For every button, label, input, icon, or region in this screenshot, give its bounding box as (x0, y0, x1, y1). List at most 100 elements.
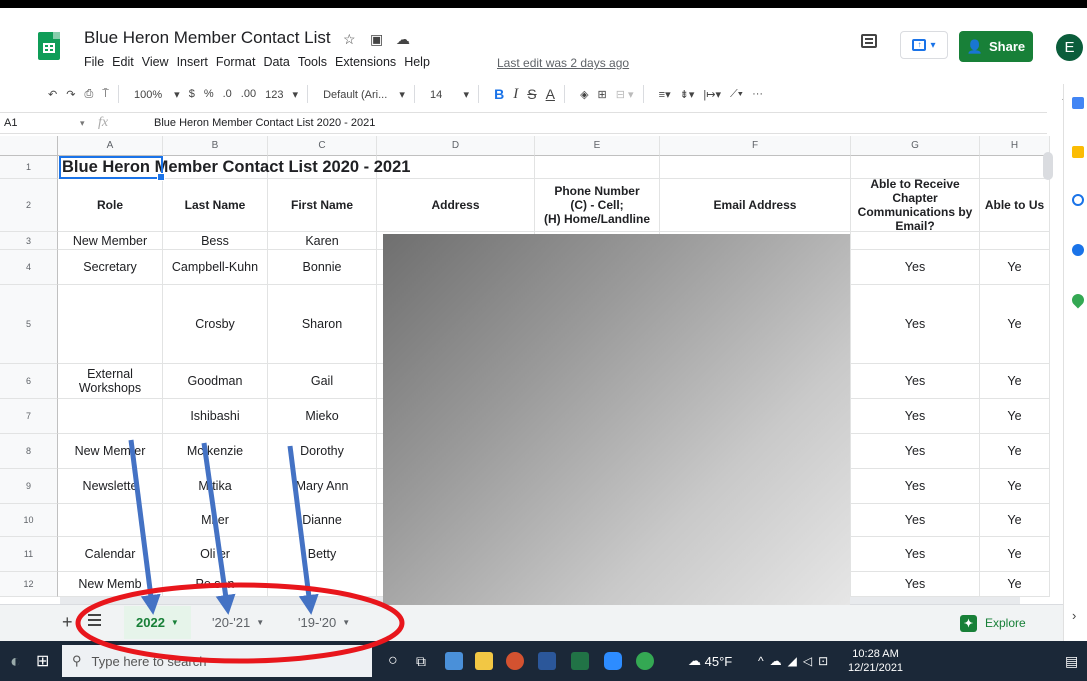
font-size-select[interactable]: 14 ▾ (430, 88, 469, 101)
back-icon[interactable]: ◐ (10, 641, 21, 681)
column-header-f[interactable]: F (660, 136, 851, 156)
expand-panel-icon[interactable]: › (1072, 608, 1076, 623)
menu-tools[interactable]: Tools (298, 55, 327, 69)
text-color-button[interactable]: A (546, 86, 555, 102)
table-cell[interactable]: Newslette (58, 469, 163, 504)
grid-cell[interactable] (851, 156, 980, 179)
table-cell[interactable]: Secretary (58, 250, 163, 285)
table-cell[interactable]: Ye (980, 399, 1050, 434)
row-header[interactable]: 12 (0, 572, 58, 597)
table-cell[interactable] (58, 504, 163, 537)
table-cell[interactable]: Ye (980, 504, 1050, 537)
increase-decimal-button[interactable]: .00 (241, 88, 256, 100)
task-view-icon[interactable]: ⧉ (416, 641, 426, 681)
decrease-decimal-button[interactable]: .0 (223, 88, 232, 100)
row-header[interactable]: 2 (0, 179, 58, 232)
row-header[interactable]: 1 (0, 156, 58, 179)
name-box[interactable]: A1 (0, 117, 80, 129)
table-cell[interactable]: Sharon (268, 285, 377, 364)
sheet-tab-19-20[interactable]: '19-'20 ▼ (286, 606, 362, 639)
header-cell[interactable]: First Name (268, 179, 377, 232)
document-title[interactable]: Blue Heron Member Contact List (84, 28, 331, 48)
table-cell[interactable]: Dorothy (268, 434, 377, 469)
notifications-icon[interactable]: ▤ (1065, 641, 1078, 681)
table-cell[interactable]: Mieko (268, 399, 377, 434)
add-sheet-button[interactable]: + (62, 612, 73, 633)
table-cell[interactable]: Crosby (163, 285, 268, 364)
table-cell[interactable]: Yes (851, 250, 980, 285)
table-cell[interactable]: Dianne (268, 504, 377, 537)
table-cell[interactable] (58, 399, 163, 434)
table-cell[interactable]: Ye (980, 364, 1050, 399)
vertical-align-icon[interactable]: ⇟▾ (680, 88, 695, 101)
column-header-c[interactable]: C (268, 136, 377, 156)
table-cell[interactable]: Pe son (163, 572, 268, 597)
sheet-tab-20-21[interactable]: '20-'21 ▼ (200, 606, 276, 639)
row-header[interactable]: 6 (0, 364, 58, 399)
table-cell[interactable]: Ye (980, 572, 1050, 597)
print-icon[interactable]: ⎙ (84, 88, 93, 101)
share-button[interactable]: 👤 Share (959, 31, 1033, 62)
word-icon[interactable] (538, 652, 556, 670)
store-icon[interactable] (445, 652, 463, 670)
menu-data[interactable]: Data (263, 55, 289, 69)
table-cell[interactable]: Yes (851, 434, 980, 469)
table-cell[interactable]: Gail (268, 364, 377, 399)
maps-icon[interactable] (1069, 291, 1087, 309)
table-cell[interactable]: Goodman (163, 364, 268, 399)
clock[interactable]: 10:28 AM 12/21/2021 (848, 641, 903, 681)
table-cell[interactable]: Yes (851, 572, 980, 597)
table-cell[interactable]: Yes (851, 364, 980, 399)
table-cell[interactable]: Karen (268, 232, 377, 250)
windows-start-icon[interactable]: ⊞ (36, 641, 49, 681)
table-cell[interactable]: Mary Ann (268, 469, 377, 504)
cloud-status-icon[interactable]: ☁ (396, 31, 410, 48)
table-cell[interactable]: Ye (980, 250, 1050, 285)
row-header[interactable]: 10 (0, 504, 58, 537)
more-button[interactable]: ··· (752, 88, 763, 100)
table-cell[interactable]: Yes (851, 504, 980, 537)
menu-edit[interactable]: Edit (112, 55, 134, 69)
table-cell[interactable]: Bess (163, 232, 268, 250)
text-wrap-icon[interactable]: |↦▾ (703, 88, 721, 101)
avatar[interactable]: E (1056, 34, 1083, 61)
excel-icon[interactable] (571, 652, 589, 670)
bold-button[interactable]: B (494, 86, 504, 102)
table-cell[interactable]: M tika (163, 469, 268, 504)
header-cell[interactable]: Last Name (163, 179, 268, 232)
calendar-icon[interactable] (1072, 97, 1084, 109)
column-header-g[interactable]: G (851, 136, 980, 156)
explore-button[interactable]: ✦ Explore (960, 610, 1046, 636)
menu-insert[interactable]: Insert (177, 55, 208, 69)
system-tray-icons[interactable]: ^☁◢◁⊡ (758, 641, 834, 681)
table-cell[interactable]: Ye (980, 537, 1050, 572)
header-cell[interactable]: Able to Us (980, 179, 1050, 232)
borders-icon[interactable]: ⊞ (598, 88, 607, 101)
vertical-scrollbar[interactable] (1043, 152, 1053, 180)
menu-help[interactable]: Help (404, 55, 430, 69)
table-cell[interactable]: New Mem er (58, 434, 163, 469)
chrome-icon[interactable] (636, 652, 654, 670)
row-header[interactable]: 7 (0, 399, 58, 434)
table-cell[interactable]: Ye (980, 469, 1050, 504)
font-family-select[interactable]: Default (Ari... ▾ (323, 88, 405, 101)
last-edit-link[interactable]: Last edit was 2 days ago (497, 56, 629, 70)
table-cell[interactable]: Calendar (58, 537, 163, 572)
zoom-select[interactable]: 100% ▾ (134, 88, 180, 101)
keep-icon[interactable] (1072, 146, 1084, 158)
paint-format-icon[interactable]: ⍑ (102, 88, 109, 101)
powerpoint-icon[interactable] (506, 652, 524, 670)
text-rotate-icon[interactable]: ⟋▾ (730, 88, 743, 101)
table-cell[interactable] (980, 232, 1050, 250)
row-header[interactable]: 5 (0, 285, 58, 364)
present-button[interactable]: ↑ ▾ (900, 31, 948, 59)
sheet-tab-2022[interactable]: 2022 ▼ (124, 606, 191, 639)
table-cell[interactable]: Yes (851, 399, 980, 434)
table-cell[interactable]: Bonnie (268, 250, 377, 285)
table-cell[interactable]: New Member (58, 232, 163, 250)
name-box-dropdown-icon[interactable]: ▾ (80, 118, 98, 129)
taskbar-search-input[interactable]: ⚲ Type here to search (62, 645, 372, 677)
column-header-a[interactable]: A (58, 136, 163, 156)
grid-cell[interactable] (980, 156, 1050, 179)
table-cell[interactable]: Ye (980, 285, 1050, 364)
